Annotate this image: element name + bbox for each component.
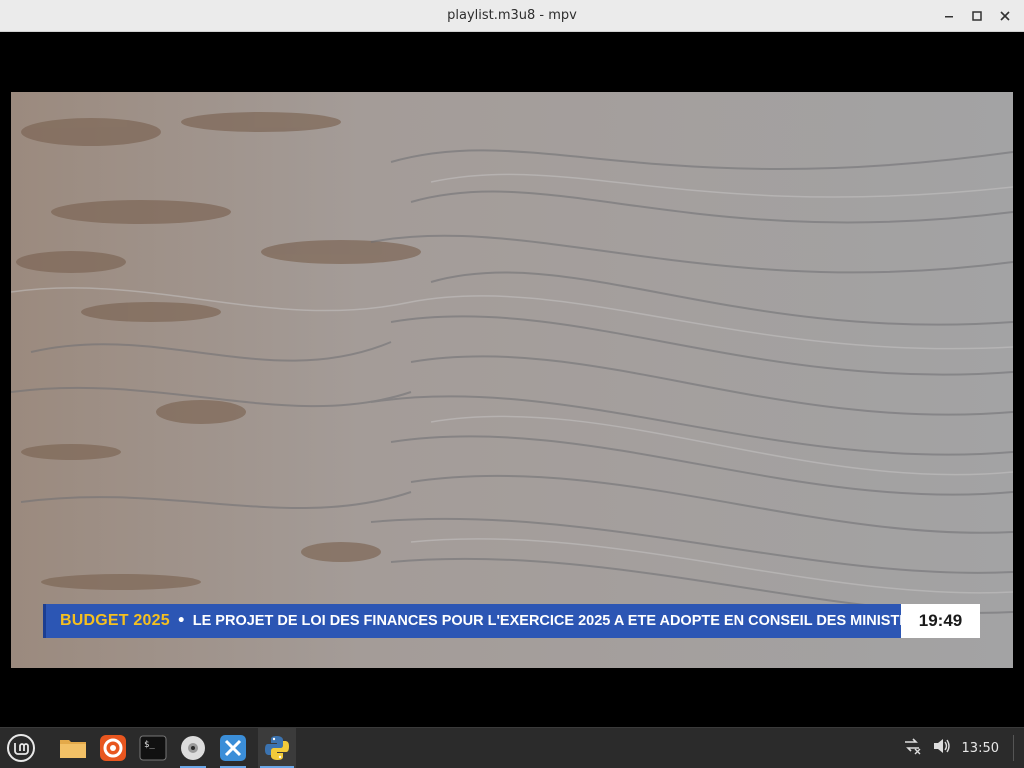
system-clock[interactable]: 13:50 bbox=[962, 741, 999, 756]
svg-text:$_: $_ bbox=[144, 740, 155, 750]
maximize-button[interactable] bbox=[966, 5, 988, 27]
close-button[interactable] bbox=[994, 5, 1016, 27]
window-controls bbox=[938, 0, 1016, 32]
python-icon bbox=[265, 736, 289, 760]
files-launcher[interactable] bbox=[58, 728, 88, 768]
minimize-button[interactable] bbox=[938, 5, 960, 27]
window-title: playlist.m3u8 - mpv bbox=[447, 8, 577, 23]
window-titlebar[interactable]: playlist.m3u8 - mpv bbox=[0, 0, 1024, 32]
ticker-topic: BUDGET 2025 bbox=[60, 612, 170, 629]
folder-icon bbox=[60, 740, 86, 758]
software-manager-icon bbox=[220, 735, 246, 761]
river-water-image bbox=[11, 92, 1013, 668]
ticker-headline: LE PROJET DE LOI DES FINANCES POUR L'EXE… bbox=[192, 613, 901, 629]
video-frame[interactable]: BUDGET 2025 • LE PROJET DE LOI DES FINAN… bbox=[11, 92, 1013, 668]
taskbar: $_ 13:50 bbox=[0, 727, 1024, 768]
panel-launchers: $_ bbox=[58, 728, 296, 768]
ticker-clock-text: 19:49 bbox=[918, 611, 963, 630]
ticker-separator: • bbox=[176, 613, 186, 629]
firefox-launcher[interactable] bbox=[98, 728, 128, 768]
mint-logo-icon bbox=[7, 734, 35, 762]
disc-launcher[interactable] bbox=[178, 728, 208, 768]
software-manager-launcher[interactable] bbox=[218, 728, 248, 768]
ticker-clock: 19:49 bbox=[901, 604, 980, 638]
start-menu-button[interactable] bbox=[0, 728, 42, 768]
maximize-icon bbox=[972, 11, 982, 21]
firefox-icon bbox=[100, 735, 126, 761]
show-desktop-button[interactable] bbox=[1013, 735, 1014, 761]
python-launcher[interactable] bbox=[258, 728, 296, 768]
network-status-button[interactable] bbox=[902, 737, 922, 759]
volume-icon bbox=[933, 739, 950, 753]
video-player[interactable]: BUDGET 2025 • LE PROJET DE LOI DES FINAN… bbox=[0, 32, 1024, 727]
network-disconnected-icon bbox=[904, 738, 921, 755]
news-ticker: BUDGET 2025 • LE PROJET DE LOI DES FINAN… bbox=[43, 604, 901, 638]
close-icon bbox=[1000, 11, 1010, 21]
terminal-launcher[interactable]: $_ bbox=[138, 728, 168, 768]
terminal-icon: $_ bbox=[139, 735, 167, 761]
minimize-icon bbox=[945, 16, 953, 18]
volume-button[interactable] bbox=[932, 737, 952, 759]
disc-icon bbox=[181, 736, 205, 760]
system-tray: 13:50 bbox=[902, 728, 1024, 768]
